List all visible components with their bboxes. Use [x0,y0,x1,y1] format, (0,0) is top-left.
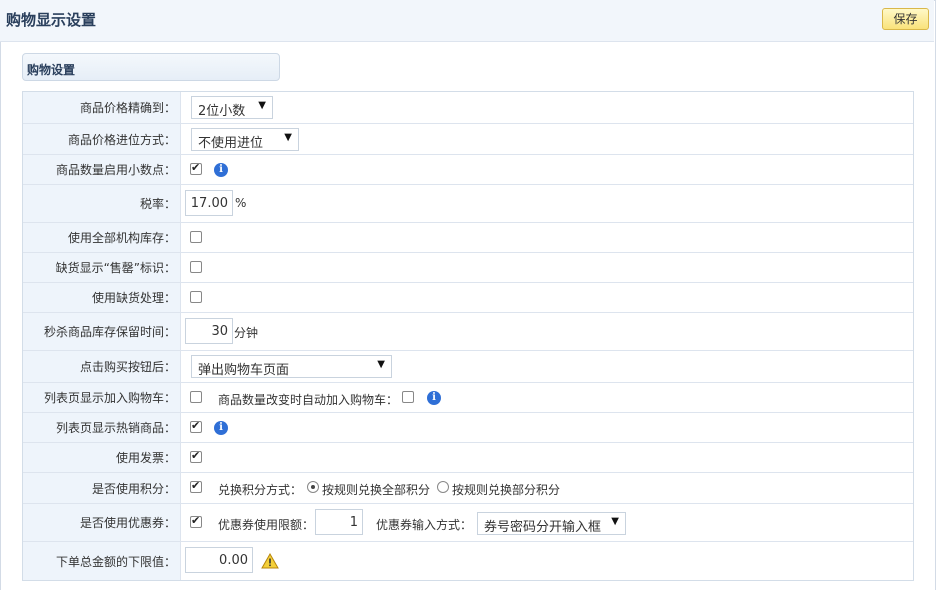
flash-hold-input[interactable]: 30 [185,318,233,344]
info-icon[interactable]: i [214,163,228,177]
coupon-checkbox[interactable] [190,514,202,528]
row-min-total: 下单总金额的下限值： 0.00 [23,542,913,580]
list-add-cart-checkbox[interactable] [190,391,202,403]
chevron-down-icon: ▼ [611,516,619,527]
save-button[interactable]: 保存 [882,8,929,30]
row-flash-hold: 秒杀商品库存保留时间： 30 分钟 [23,313,913,351]
points-checkbox[interactable] [190,479,202,493]
section-tab-shopping[interactable]: 购物设置 [22,53,280,81]
invoice-label: 使用发票： [23,443,181,472]
warning-icon[interactable] [261,553,279,569]
oos-handle-label: 使用缺货处理： [23,283,181,312]
info-icon[interactable]: i [427,391,441,405]
row-qty-decimal: 商品数量启用小数点： i [23,155,913,185]
row-coupon: 是否使用优惠券： 优惠券使用限额： 1 优惠券输入方式： 券号密码分开输入框 ▼ [23,504,913,542]
row-points: 是否使用积分： 兑换积分方式： 按规则兑换全部积分 按规则兑换部分积分 [23,473,913,504]
tax-label: 税率： [23,185,181,222]
row-buy-click: 点击购买按钮后： 弹出购物车页面 ▼ [23,351,913,383]
flash-hold-label: 秒杀商品库存保留时间： [23,313,181,350]
price-rounding-select[interactable]: 不使用进位 ▼ [191,128,299,151]
row-invoice: 使用发票： [23,443,913,473]
flash-hold-unit: 分钟 [234,326,259,340]
row-list-add-cart: 列表页显示加入购物车： 商品数量改变时自动加入购物车： i [23,383,913,413]
coupon-label: 是否使用优惠券： [23,504,181,541]
chevron-down-icon: ▼ [258,100,266,111]
buy-click-value: 弹出购物车页面 [198,363,290,378]
all-stock-checkbox[interactable] [190,231,202,243]
coupon-limit-input[interactable]: 1 [315,509,363,535]
qty-decimal-checkbox[interactable] [190,161,202,175]
buy-click-select[interactable]: 弹出购物车页面 ▼ [191,355,392,378]
info-icon[interactable]: i [214,421,228,435]
price-precision-label: 商品价格精确到： [23,92,181,123]
row-soldout-mark: 缺货显示“售罄”标识： [23,253,913,283]
points-part-radio[interactable] [437,481,449,493]
coupon-input-method-label: 优惠券输入方式： [376,518,473,532]
list-hot-label: 列表页显示热销商品： [23,413,181,442]
price-precision-select[interactable]: 2位小数 ▼ [191,96,273,119]
coupon-input-method-select[interactable]: 券号密码分开输入框 ▼ [477,512,626,535]
price-precision-value: 2位小数 [198,104,246,119]
price-rounding-label: 商品价格进位方式： [23,124,181,154]
row-price-precision: 商品价格精确到： 2位小数 ▼ [23,92,913,124]
soldout-mark-label: 缺货显示“售罄”标识： [23,253,181,282]
min-total-input[interactable]: 0.00 [185,547,253,573]
page-header: 购物显示设置 保存 [0,0,934,42]
row-list-hot: 列表页显示热销商品： i [23,413,913,443]
price-rounding-value: 不使用进位 [198,136,264,151]
points-all-radio[interactable] [307,481,319,493]
row-price-rounding: 商品价格进位方式： 不使用进位 ▼ [23,124,913,155]
invoice-checkbox[interactable] [190,449,202,463]
coupon-input-method-value: 券号密码分开输入框 [484,520,602,535]
coupon-limit-label: 优惠券使用限额： [218,518,315,532]
buy-click-label: 点击购买按钮后： [23,351,181,382]
list-hot-checkbox[interactable] [190,419,202,433]
points-method-label: 兑换积分方式： [218,483,303,497]
row-tax: 税率： 17.00 % [23,185,913,223]
settings-form: 商品价格精确到： 2位小数 ▼ 商品价格进位方式： 不使用进位 ▼ 商品数量启用… [22,91,914,581]
points-part-label[interactable]: 按规则兑换部分积分 [452,481,560,498]
row-all-stock: 使用全部机构库存： [23,223,913,253]
points-label: 是否使用积分： [23,473,181,503]
chevron-down-icon: ▼ [284,132,292,143]
min-total-label: 下单总金额的下限值： [23,542,181,580]
chevron-down-icon: ▼ [377,359,385,370]
auto-add-cart-label: 商品数量改变时自动加入购物车： [218,393,399,407]
list-add-cart-label: 列表页显示加入购物车： [23,383,181,412]
soldout-mark-checkbox[interactable] [190,261,202,273]
oos-handle-checkbox[interactable] [190,291,202,303]
row-oos-handle: 使用缺货处理： [23,283,913,313]
tax-unit: % [235,196,247,210]
points-all-label[interactable]: 按规则兑换全部积分 [322,481,430,498]
qty-decimal-label: 商品数量启用小数点： [23,155,181,184]
page-title: 购物显示设置 [6,11,97,29]
tax-input[interactable]: 17.00 [185,190,233,216]
auto-add-cart-checkbox[interactable] [402,391,414,403]
all-stock-label: 使用全部机构库存： [23,223,181,252]
